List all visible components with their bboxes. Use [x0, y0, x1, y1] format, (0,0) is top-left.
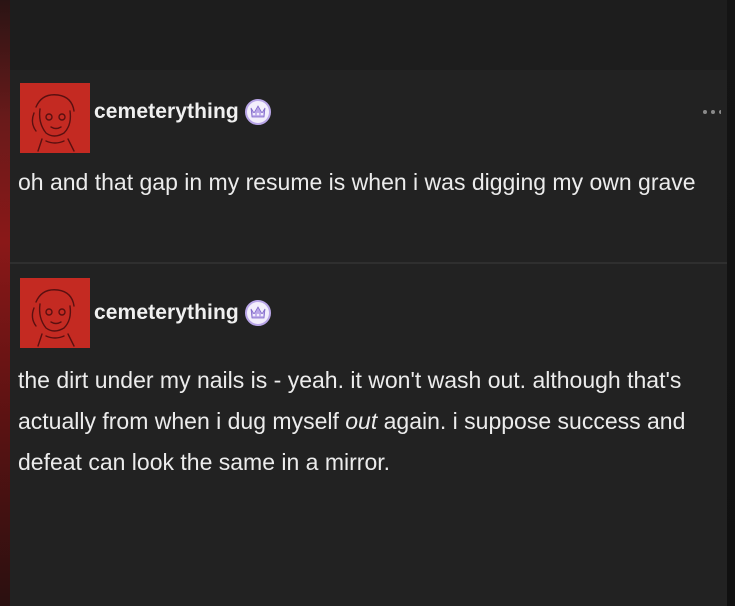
post-card: cemeterything the dirt under my nails is… — [10, 264, 727, 606]
verified-badge-icon — [244, 299, 272, 327]
avatar[interactable] — [20, 278, 90, 348]
username-row: cemeterything — [94, 98, 272, 126]
more-options-icon[interactable] — [701, 104, 723, 114]
left-edge — [0, 0, 10, 606]
username[interactable]: cemeterything — [94, 100, 239, 124]
post-text: oh and that gap in my resume is when i w… — [18, 169, 696, 195]
username[interactable]: cemeterything — [94, 301, 239, 325]
verified-badge-icon — [244, 98, 272, 126]
screenshot: cemeterything oh and that gap in my resu… — [0, 0, 735, 606]
post-card: cemeterything oh and that gap in my resu… — [10, 70, 727, 262]
post-text: the dirt under my nails is - yeah. it wo… — [18, 360, 717, 483]
right-edge — [727, 0, 735, 606]
avatar[interactable] — [20, 83, 90, 153]
username-row: cemeterything — [94, 299, 272, 327]
post-text-emphasis: out — [345, 408, 378, 434]
top-bar — [10, 0, 727, 70]
